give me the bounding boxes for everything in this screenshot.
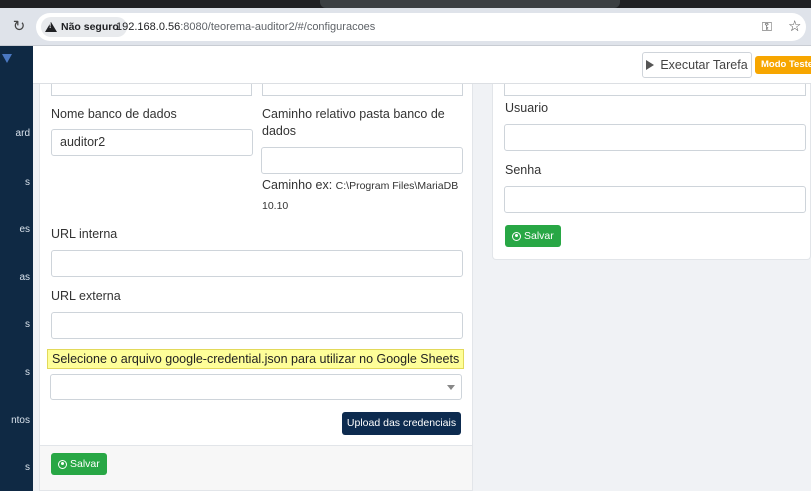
save-database-button[interactable]: Salvar <box>51 453 107 475</box>
check-circle-icon <box>58 459 67 469</box>
caret-down-icon[interactable] <box>2 54 12 63</box>
reload-icon[interactable]: ↻ <box>10 18 28 36</box>
password-label: Senha <box>505 163 542 177</box>
main-content: Executar Tarefa Modo Teste Nome banco de… <box>33 46 811 491</box>
db-path-hint-prefix: Caminho ex: <box>262 178 333 192</box>
upload-credentials-button[interactable]: Upload das credenciais <box>342 412 461 435</box>
check-circle-icon <box>512 231 521 241</box>
security-chip[interactable]: Não seguro <box>41 17 127 37</box>
save-auth-button[interactable]: Salvar <box>505 225 561 247</box>
security-label: Não seguro <box>61 21 119 33</box>
external-url-input[interactable] <box>51 312 463 339</box>
key-icon[interactable]: ⚿ <box>762 19 772 35</box>
db-name-input[interactable]: auditor2 <box>51 129 253 156</box>
sidebar-item-3[interactable]: es <box>19 224 30 235</box>
user-label: Usuario <box>505 101 549 115</box>
sidebar-item-5[interactable]: s <box>25 319 30 330</box>
password-input[interactable] <box>504 186 806 213</box>
db-path-label: Caminho relativo pasta banco de dados <box>262 107 445 138</box>
sidebar-item-8[interactable]: s <box>25 462 30 473</box>
play-icon <box>646 60 655 70</box>
app-header: Executar Tarefa Modo Teste <box>33 46 811 84</box>
internal-url-input[interactable] <box>51 250 463 277</box>
execute-task-button[interactable]: Executar Tarefa <box>642 52 752 78</box>
user-input[interactable] <box>504 124 806 151</box>
external-url-label: URL externa <box>51 289 121 303</box>
credential-prompt: Selecione o arquivo google-credential.js… <box>47 349 465 369</box>
address-bar[interactable]: Não seguro 192.168.0.56:8080/teorema-aud… <box>36 13 806 41</box>
save-database-label: Salvar <box>70 458 100 470</box>
port-input-partial[interactable] <box>262 84 463 96</box>
url-path: :8080/teorema-auditor2/#/configuracoes <box>180 21 376 33</box>
sidebar-item-6[interactable]: s <box>25 367 30 378</box>
database-config-card: Nome banco de dados auditor2 Caminho rel… <box>39 84 473 456</box>
db-path-hint: Caminho ex: C:\Program Files\MariaDB 10.… <box>262 176 467 216</box>
top-input-partial[interactable] <box>504 84 806 96</box>
sidebar-item-dashboard[interactable]: ard <box>16 128 30 139</box>
browser-toolbar: ↻ Não seguro 192.168.0.56:8080/teorema-a… <box>0 8 811 46</box>
db-path-input[interactable] <box>261 147 463 174</box>
url-text[interactable]: 192.168.0.56:8080/teorema-auditor2/#/con… <box>116 13 375 41</box>
execute-task-label: Executar Tarefa <box>660 58 748 72</box>
url-host: 192.168.0.56 <box>116 21 181 33</box>
bookmark-star-icon[interactable]: ☆ <box>788 17 801 35</box>
browser-tab-strip <box>0 0 811 8</box>
warning-icon <box>45 22 57 32</box>
host-input-partial[interactable] <box>51 84 252 96</box>
save-auth-label: Salvar <box>524 230 554 242</box>
active-tab[interactable] <box>320 0 620 8</box>
sidebar-item-2[interactable]: s <box>25 177 30 188</box>
credential-file-select[interactable] <box>50 374 462 400</box>
sidebar-item-4[interactable]: as <box>19 272 30 283</box>
db-name-label: Nome banco de dados <box>51 107 177 121</box>
sidebar-item-7[interactable]: ntos <box>11 415 30 426</box>
sidebar: ard s es as s s ntos s <box>0 46 33 491</box>
auth-config-card: Usuario Senha Salvar <box>492 84 811 260</box>
chevron-down-icon <box>447 385 455 390</box>
internal-url-label: URL interna <box>51 227 118 241</box>
test-mode-badge: Modo Teste <box>755 56 811 74</box>
